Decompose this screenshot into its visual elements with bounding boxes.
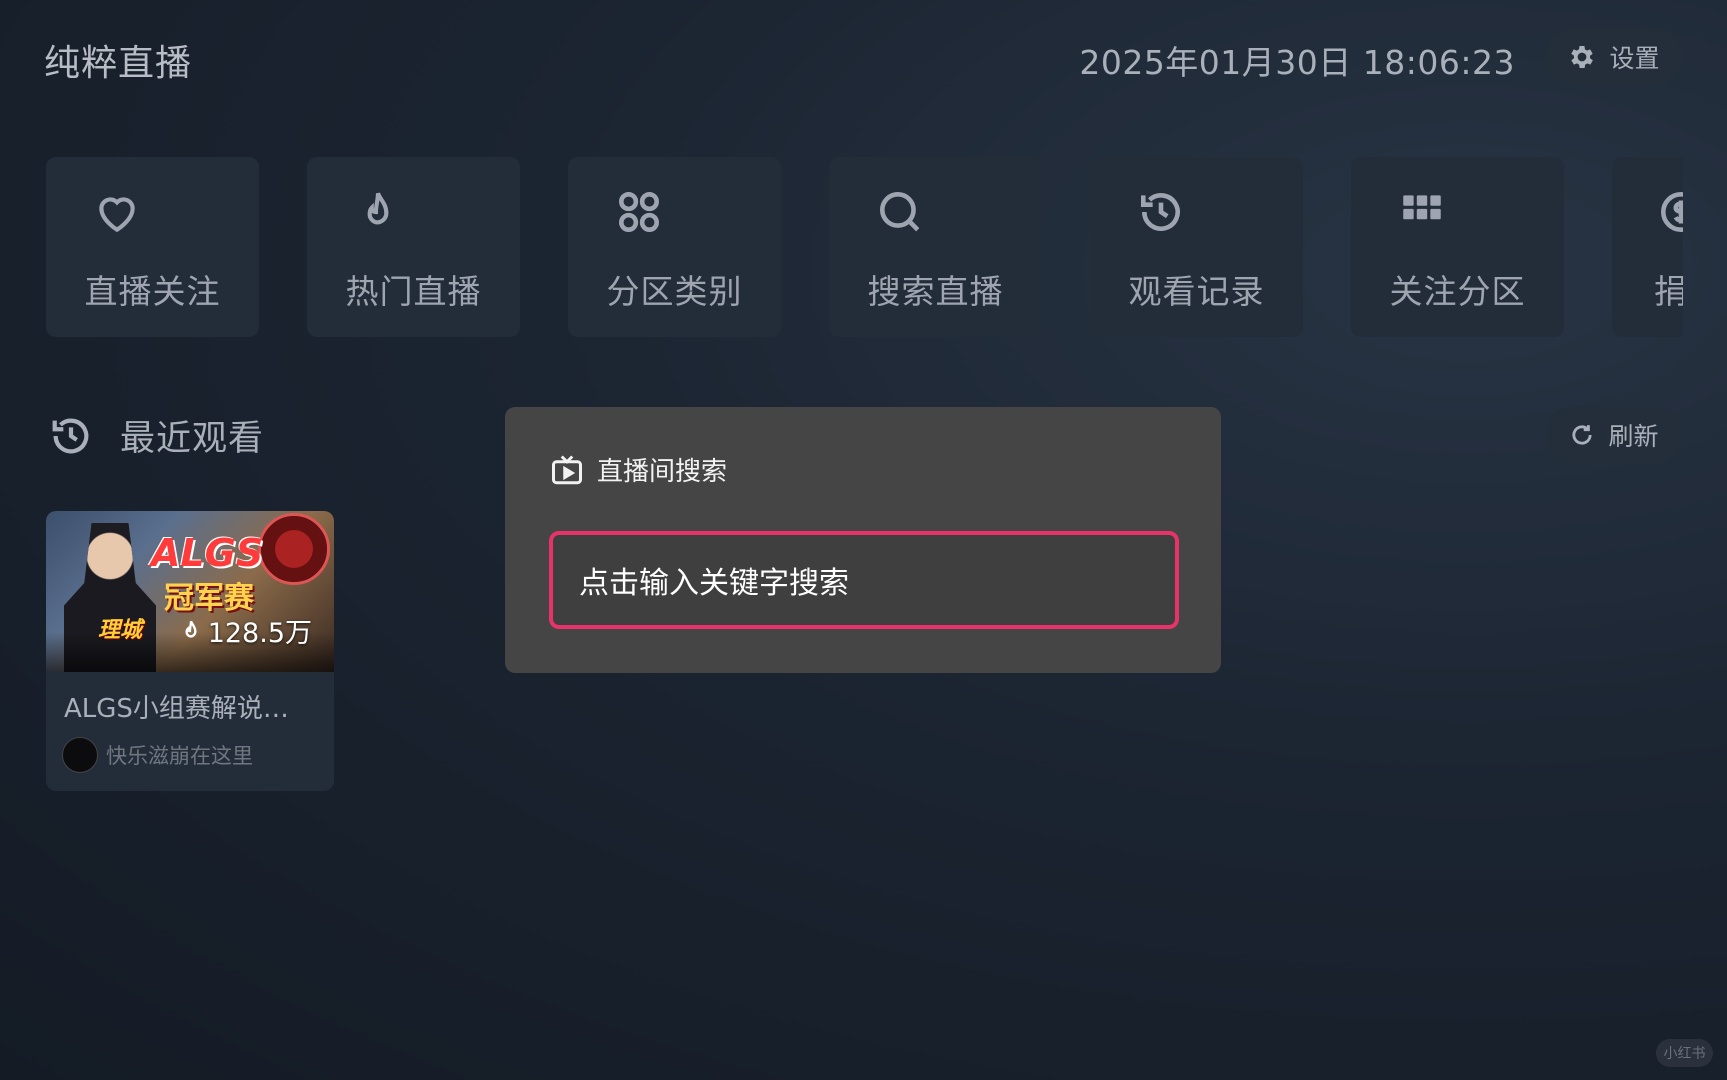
flame-icon	[185, 620, 197, 638]
history-icon	[52, 418, 89, 453]
refresh-button[interactable]: 刷新	[1545, 407, 1682, 463]
recent-header: 最近观看	[48, 410, 264, 461]
refresh-label: 刷新	[1608, 422, 1659, 451]
settings-button[interactable]: 设置	[1545, 29, 1682, 85]
thumb-title: ALGS	[151, 531, 264, 575]
dialog-title: 直播间搜索	[549, 451, 727, 488]
streamer-info: 快乐滋崩在这里	[62, 737, 253, 773]
datetime-display: 2025年01月30日 18:06:23	[1079, 43, 1515, 82]
nav-tile-label: 关注分区	[1389, 272, 1526, 311]
avatar	[62, 737, 98, 773]
recent-title: 最近观看	[120, 419, 265, 459]
streamer-name: 快乐滋崩在这里	[106, 744, 253, 768]
nav-row: 直播关注 热门直播 分区类别 搜索直播 观看记录 关注分区 捐	[46, 157, 1683, 337]
nav-tile-label: 捐	[1654, 272, 1683, 311]
nav-tile-label: 热门直播	[345, 272, 482, 311]
tv-icon	[552, 454, 582, 484]
donate-icon	[1654, 185, 1683, 239]
viewer-count-value: 128.5万	[207, 618, 312, 649]
search-placeholder: 点击输入关键字搜索	[579, 566, 849, 601]
history-icon	[1134, 185, 1188, 239]
nav-tile-follow[interactable]: 直播关注	[46, 157, 259, 337]
nav-tile-history[interactable]: 观看记录	[1090, 157, 1303, 337]
room-title: ALGS小组赛解说…	[64, 694, 289, 724]
grid-icon	[1395, 185, 1449, 239]
room-thumbnail: ALGS 冠军赛 理城 128.5万	[46, 511, 334, 672]
nav-tile-follow-category[interactable]: 关注分区	[1351, 157, 1564, 337]
refresh-icon	[1572, 425, 1593, 445]
room-card[interactable]: ALGS 冠军赛 理城 128.5万 ALGS小组赛解说… 快乐滋崩在这里	[46, 511, 334, 791]
search-input[interactable]: 点击输入关键字搜索	[549, 531, 1179, 629]
flame-icon	[351, 185, 405, 239]
search-dialog: 直播间搜索 点击输入关键字搜索	[505, 407, 1221, 673]
nav-tile-label: 分区类别	[606, 272, 743, 311]
watermark: 小红书	[1656, 1039, 1713, 1067]
search-icon	[873, 185, 927, 239]
tournament-logo	[258, 513, 330, 585]
nav-tile-hot[interactable]: 热门直播	[307, 157, 520, 337]
nav-tile-donate[interactable]: 捐	[1612, 157, 1683, 337]
thumb-tag: 理城	[98, 618, 143, 643]
app-title: 纯粹直播	[44, 43, 193, 84]
nav-tile-label: 直播关注	[84, 272, 221, 311]
heart-icon	[90, 185, 144, 239]
viewer-count: 128.5万	[178, 611, 312, 650]
dialog-title-text: 直播间搜索	[597, 457, 728, 487]
nav-tile-label: 搜索直播	[867, 272, 1004, 311]
nav-tile-search[interactable]: 搜索直播	[829, 157, 1042, 337]
nav-tile-category[interactable]: 分区类别	[568, 157, 781, 337]
nav-tile-label: 观看记录	[1128, 272, 1265, 311]
category-icon	[612, 185, 666, 239]
settings-label: 设置	[1609, 44, 1660, 73]
gear-icon	[1571, 46, 1594, 68]
